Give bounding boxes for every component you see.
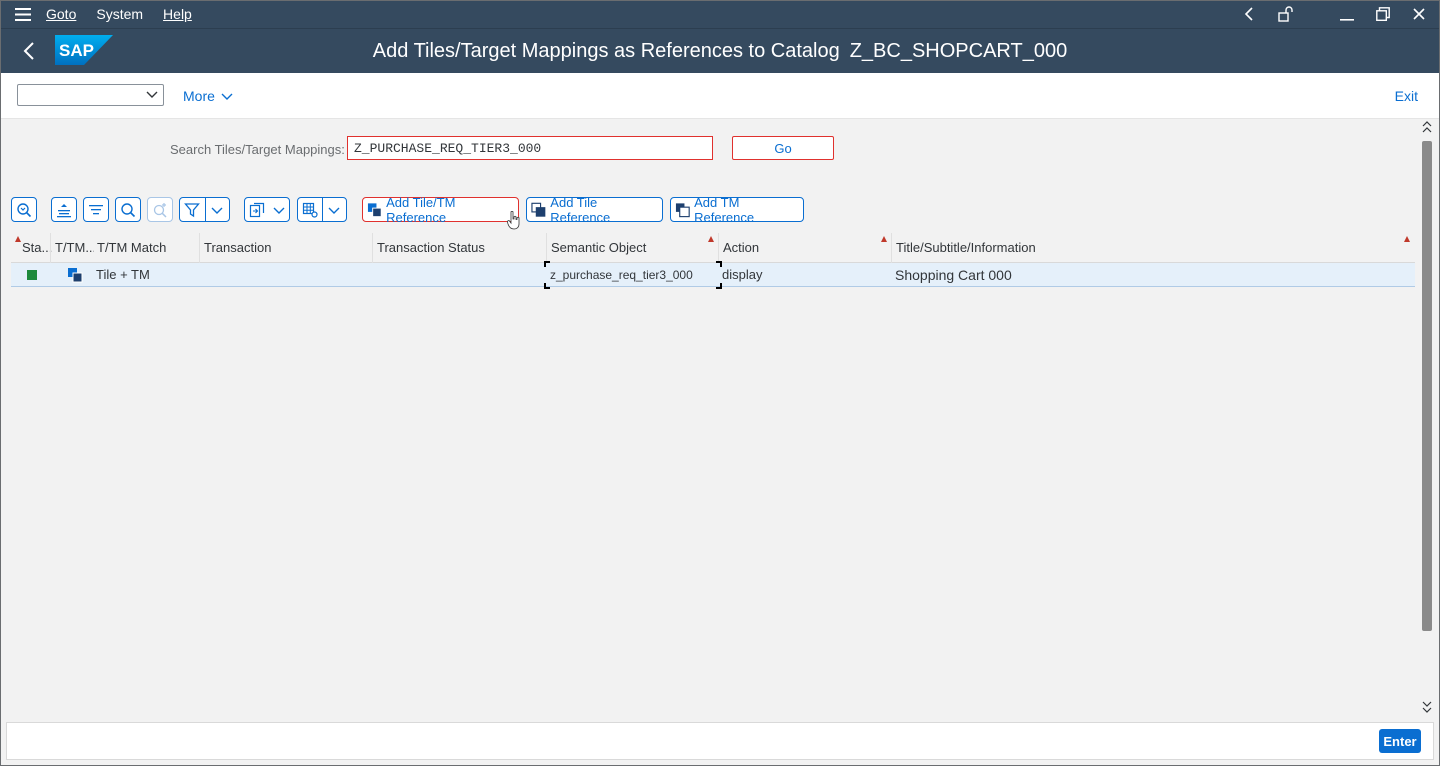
chevron-down-icon[interactable] [323, 205, 347, 215]
title-cell: Shopping Cart 000 [895, 267, 1012, 283]
focus-corner [544, 283, 550, 289]
table-row[interactable]: Tile + TM z_purchase_req_tier3_000 displ… [11, 261, 1415, 289]
tile-tm-icon [68, 268, 83, 283]
search-icon [121, 202, 136, 217]
scrollbar-thumb[interactable] [1422, 141, 1432, 631]
column-header-semantic-object[interactable]: Semantic Object [546, 233, 718, 263]
layout-settings-icon [298, 202, 322, 218]
column-header-ttm[interactable]: T/TM... [50, 233, 94, 263]
vertical-scrollbar[interactable] [1419, 119, 1435, 717]
export-icon [245, 202, 269, 218]
scroll-up-icon[interactable] [1421, 119, 1433, 137]
chevron-down-icon [145, 87, 159, 106]
catalog-id: Z_BC_SHOPCART_000 [849, 40, 1068, 62]
filter-button[interactable] [179, 197, 230, 222]
find-next-icon [153, 202, 167, 218]
chevron-down-icon[interactable] [269, 205, 289, 215]
search-label: Search Tiles/Target Mappings: [170, 142, 345, 157]
add-tile-tm-reference-button[interactable]: Add Tile/TM Reference [362, 194, 519, 225]
status-indicator [27, 270, 37, 280]
add-tm-reference-button[interactable]: Add TM Reference [670, 194, 804, 225]
close-icon[interactable] [1410, 5, 1428, 23]
column-header-transaction-status[interactable]: Transaction Status [372, 233, 546, 263]
go-button[interactable]: Go [732, 136, 834, 160]
menu-system[interactable]: System [96, 6, 143, 22]
unlock-icon[interactable] [1276, 5, 1294, 23]
more-label: More [183, 88, 215, 104]
layout-button[interactable] [297, 197, 347, 222]
sort-indicator-icon [881, 236, 887, 242]
column-header-transaction[interactable]: Transaction [199, 233, 372, 263]
type-cell [63, 263, 91, 287]
sort-descending-button[interactable] [83, 197, 109, 222]
scroll-down-icon[interactable] [1421, 697, 1433, 715]
table-header: Sta... T/TM... T/TM Match Transaction Tr… [11, 233, 1415, 263]
tm-reference-icon [675, 202, 690, 217]
zoom-details-icon [17, 202, 32, 217]
action-cell: display [722, 267, 763, 282]
sort-indicator-icon [708, 236, 714, 242]
column-header-action[interactable]: Action [718, 233, 891, 263]
app-toolbar: More Exit [0, 73, 1440, 119]
menu-help[interactable]: Help [163, 6, 192, 22]
menu-goto[interactable]: Goto [46, 6, 76, 22]
hand-cursor-icon [507, 211, 520, 230]
zoom-details-button[interactable] [11, 197, 37, 222]
page-title: Add Tiles/Target Mappings as References … [0, 29, 1440, 74]
sap-logo: SAP [55, 35, 113, 65]
export-button[interactable] [244, 197, 290, 222]
add-tile-tm-reference-label: Add Tile/TM Reference [386, 194, 456, 225]
transaction-status-cell [372, 263, 546, 287]
sort-descending-icon [89, 204, 103, 214]
filter-icon [180, 202, 205, 218]
tile-reference-icon [531, 202, 546, 217]
sort-ascending-icon [57, 203, 71, 217]
chevron-down-icon [221, 93, 233, 100]
match-cell: Tile + TM [96, 267, 150, 282]
exit-button[interactable]: Exit [1395, 88, 1418, 104]
page-title-text: Add Tiles/Target Mappings as References … [372, 40, 840, 62]
add-tile-reference-button[interactable]: Add Tile Reference [526, 194, 663, 225]
sort-ascending-button[interactable] [51, 197, 77, 222]
find-button[interactable] [115, 197, 141, 222]
window-controls [1240, 0, 1428, 28]
sap-logo-text: SAP [59, 41, 94, 60]
search-input[interactable]: Z_PURCHASE_REQ_TIER3_000 [347, 136, 713, 160]
title-bar: Add Tiles/Target Mappings as References … [0, 28, 1440, 73]
command-dropdown[interactable] [17, 84, 164, 106]
status-bar: Enter [6, 722, 1434, 760]
add-tile-reference-label: Add Tile Reference [550, 194, 611, 225]
enter-button[interactable]: Enter [1379, 729, 1421, 753]
column-header-status[interactable]: Sta... [18, 233, 52, 263]
focus-corner [544, 261, 550, 267]
hamburger-menu-icon[interactable] [0, 0, 46, 28]
menu-bar: Goto System Help [0, 0, 1440, 28]
status-cell [23, 263, 43, 287]
find-next-button[interactable] [147, 197, 173, 222]
column-header-title[interactable]: Title/Subtitle/Information [891, 233, 1411, 263]
restore-icon[interactable] [1374, 5, 1392, 23]
tile-tm-reference-icon [367, 202, 382, 217]
sort-indicator-icon [1404, 236, 1410, 242]
minimize-icon[interactable] [1338, 5, 1356, 23]
column-header-ttm-match[interactable]: T/TM Match [93, 233, 199, 263]
collapse-chevron-icon[interactable] [1240, 5, 1258, 23]
more-menu-button[interactable]: More [183, 88, 233, 104]
semantic-object-cell[interactable]: z_purchase_req_tier3_000 [546, 263, 718, 287]
results-table: Sta... T/TM... T/TM Match Transaction Tr… [11, 233, 1415, 711]
back-icon[interactable] [18, 40, 40, 62]
add-tm-reference-label: Add TM Reference [694, 194, 755, 225]
transaction-cell [199, 263, 372, 287]
chevron-down-icon[interactable] [205, 205, 229, 215]
